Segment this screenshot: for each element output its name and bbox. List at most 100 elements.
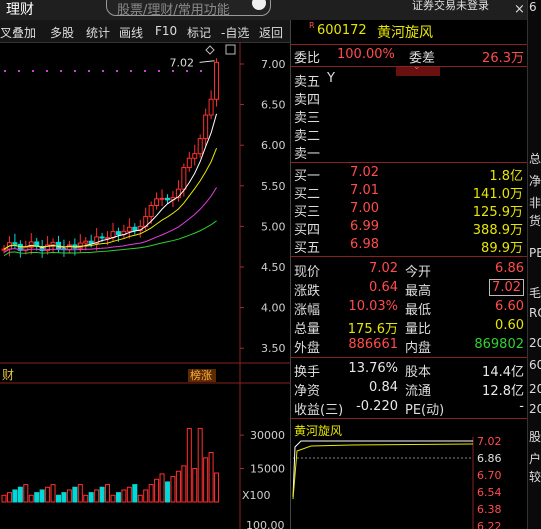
fund-label: 收益(三) bbox=[294, 403, 344, 418]
sell1-row: 卖一 bbox=[291, 142, 528, 162]
signal-dot bbox=[74, 70, 76, 72]
right-edge-panel: 6 总净非货 PE 毛 RO 20 60 20 20 股户较 bbox=[527, 0, 541, 529]
stat-label: 内盘 bbox=[405, 341, 432, 356]
toolbar-f10[interactable]: F10 bbox=[155, 24, 177, 38]
toolbar-watchlist[interactable]: -自选 bbox=[221, 24, 249, 41]
stat-value: 0.64 bbox=[369, 280, 398, 295]
fund-label: PE(动) bbox=[405, 403, 445, 418]
fund-row: 换手 13.76% 股本 14.4亿 bbox=[291, 360, 528, 380]
login-status[interactable]: 证券交易未登录 bbox=[412, 0, 489, 13]
candle-body bbox=[83, 240, 89, 244]
volume-bar bbox=[83, 494, 89, 503]
buy5-volume: 89.9万 bbox=[481, 241, 523, 256]
stat-label: 量比 bbox=[405, 322, 432, 337]
search-box[interactable]: 股票/理财/常用功能 bbox=[106, 0, 271, 18]
candle-body bbox=[197, 138, 203, 155]
intraday-tick-label: 7.02 bbox=[477, 437, 502, 448]
volume-bar bbox=[137, 494, 143, 503]
volume-bar bbox=[28, 494, 34, 503]
candle-body bbox=[126, 226, 132, 232]
volume-tick-label: 15000 bbox=[250, 463, 285, 476]
right-edge-label: 60 bbox=[529, 358, 541, 372]
buy4-row: 买四 6.99 388.9万 bbox=[291, 218, 528, 238]
sell4-row: 卖四 bbox=[291, 88, 528, 108]
close-icon[interactable]: × bbox=[514, 2, 525, 17]
fund-label: 换手 bbox=[294, 365, 321, 380]
r-badge: R bbox=[309, 21, 315, 30]
candle-body bbox=[88, 240, 94, 244]
brand-label: 理财 bbox=[6, 2, 34, 18]
volume-bar bbox=[110, 494, 116, 503]
right-edge-label: 毛 bbox=[529, 286, 541, 300]
candle-body bbox=[132, 226, 138, 231]
stat-row: 涨跌 0.64 最高 7.02 bbox=[291, 279, 528, 299]
price-tick-label: 6.50 bbox=[261, 99, 286, 112]
volume-bar bbox=[175, 470, 181, 503]
price-tick-label: 3.50 bbox=[261, 342, 286, 355]
weibi-row: 委比 100.00% 委差 26.3万 bbox=[291, 46, 528, 66]
stat-label: 涨跌 bbox=[294, 284, 321, 299]
stat-value: 7.02 bbox=[369, 261, 398, 276]
price-tick-label: 7.00 bbox=[261, 58, 286, 71]
buy5-label: 买五 bbox=[294, 241, 321, 256]
right-edge-label: 20 bbox=[529, 402, 541, 416]
candle-body bbox=[99, 236, 105, 239]
volume-bar bbox=[181, 465, 187, 503]
stat-label: 现价 bbox=[294, 265, 321, 280]
toolbar-item[interactable]: 叉 bbox=[0, 24, 12, 41]
stat-value: 175.6万 bbox=[347, 322, 398, 337]
toolbar-multistock[interactable]: 多股 bbox=[50, 24, 74, 41]
volume-tick-label: 30000 bbox=[250, 429, 285, 442]
right-edge-label: 20 bbox=[529, 382, 541, 396]
stat-value: 10.03% bbox=[348, 299, 398, 314]
toolbar-mark[interactable]: 标记 bbox=[187, 24, 211, 41]
left-tag: 财 bbox=[2, 368, 14, 382]
right-edge-label: PE bbox=[529, 246, 541, 260]
volume-bar bbox=[39, 489, 45, 503]
toolbar-back[interactable]: 返回 bbox=[259, 24, 283, 41]
price-tick-label: 5.00 bbox=[261, 220, 286, 233]
right-edge-label: 20 bbox=[529, 336, 541, 350]
intraday-tick-label: 6.38 bbox=[477, 503, 502, 516]
volume-bar bbox=[1, 494, 7, 503]
stat-label: 今开 bbox=[405, 265, 432, 280]
buy5-price: 6.98 bbox=[350, 237, 379, 252]
high-value: 7.02 bbox=[489, 279, 524, 296]
candle-body bbox=[12, 242, 18, 245]
signal-dot bbox=[130, 70, 132, 72]
volume-bar bbox=[77, 484, 83, 503]
volume-bar bbox=[99, 486, 105, 503]
fund-label: 股本 bbox=[405, 365, 432, 380]
search-icon[interactable] bbox=[252, 0, 266, 10]
stat-value: 886661 bbox=[348, 337, 398, 352]
volume-bar bbox=[143, 489, 149, 503]
volume-bar bbox=[50, 484, 56, 503]
signal-dot bbox=[46, 70, 48, 72]
right-edge-label: RO bbox=[529, 306, 541, 320]
kline-chart[interactable]: 7.00 6.50 6.00 5.50 5.00 4.50 4.00 3.50 7.02 财 榜涨 3… bbox=[0, 42, 290, 529]
fund-value: -0.220 bbox=[356, 399, 398, 414]
toolbar-overlay[interactable]: 叠加 bbox=[12, 24, 36, 41]
candle-body bbox=[115, 231, 121, 236]
right-edge-label: 净 bbox=[529, 174, 541, 188]
sell5-row: 卖五 Y bbox=[291, 70, 528, 90]
fund-row: 净资 0.84 流通 12.8亿 bbox=[291, 379, 528, 399]
fund-value: - bbox=[519, 399, 524, 414]
toolbar-stats[interactable]: 统计 bbox=[86, 24, 110, 41]
intraday-tick-label: 6.70 bbox=[477, 469, 502, 482]
volume-bar bbox=[148, 484, 154, 503]
fund-value: 12.8亿 bbox=[482, 384, 524, 399]
stat-row: 现价 7.02 今开 6.86 bbox=[291, 260, 528, 280]
fund-row: 收益(三) -0.220 PE(动) - bbox=[291, 398, 528, 418]
ma10-line bbox=[3, 147, 218, 250]
volume-bar bbox=[56, 494, 61, 503]
intraday-chart[interactable]: 7.02 6.86 6.70 6.54 6.38 6.22 bbox=[291, 437, 528, 529]
candle-body bbox=[50, 241, 56, 246]
fund-value: 14.4亿 bbox=[482, 365, 524, 380]
toolbar-draw[interactable]: 画线 bbox=[119, 24, 143, 41]
candle-body bbox=[192, 153, 198, 159]
intraday-tick-label: 6.22 bbox=[477, 520, 502, 529]
volume-bar bbox=[170, 476, 176, 503]
stat-label: 总量 bbox=[294, 322, 321, 337]
quote-panel: R 600172 黄河旋风 委比 100.00% 委差 26.3万 ⌄ 卖五 Y … bbox=[290, 20, 528, 529]
